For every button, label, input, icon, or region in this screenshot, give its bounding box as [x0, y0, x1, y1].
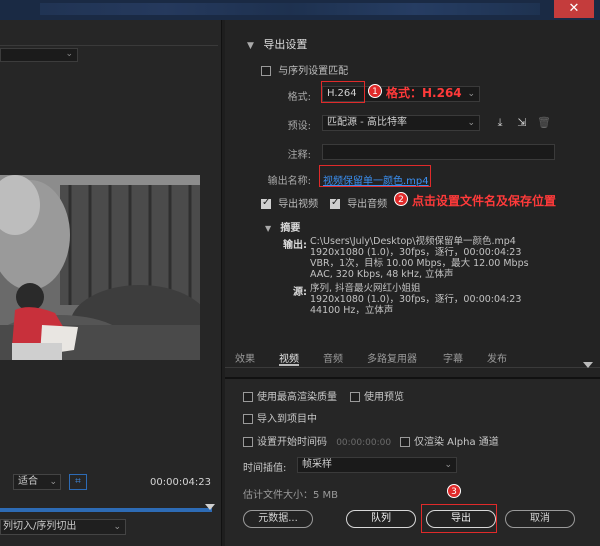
summary-header[interactable]: ▼ 摘要: [265, 219, 300, 234]
step-2-badge: 2: [394, 192, 408, 206]
zoom-fit-dropdown[interactable]: 适合 ⌄: [13, 474, 61, 490]
summary-source-label: 源:: [293, 287, 307, 298]
max-quality-label: 使用最高渲染质量: [257, 392, 337, 403]
close-window-button[interactable]: ✕: [554, 0, 594, 18]
delete-preset-icon[interactable]: 🗑: [537, 116, 551, 130]
format-highlight-box: [321, 81, 365, 103]
save-preset-icon[interactable]: ⤓: [493, 116, 507, 130]
output-name-label: 输出名称:: [267, 176, 311, 187]
export-settings-header[interactable]: ▼ 导出设置: [247, 36, 307, 52]
title-bar-background: [40, 3, 540, 15]
step-2-callout: 点击设置文件名及保存位置: [412, 194, 557, 208]
match-sequence-checkbox[interactable]: [261, 66, 271, 76]
chevron-down-icon: ⌄: [444, 460, 452, 470]
settings-tab-bar: 效果 视频 音频 多路复用器 字幕 发布: [225, 346, 600, 368]
tab-captions[interactable]: 字幕: [443, 350, 463, 365]
playback-controls: 适合 ⌄ ⌗ 00:00:04:23: [0, 471, 218, 495]
time-interpolation-value: 帧采样: [302, 459, 332, 470]
scroll-down-icon[interactable]: [583, 362, 593, 368]
alpha-only-label: 仅渲染 Alpha 通道: [414, 437, 499, 448]
chevron-down-icon: ⌄: [65, 49, 73, 59]
tab-effects[interactable]: 效果: [235, 350, 255, 365]
summary-output-line: AAC, 320 Kbps, 48 kHz, 立体声: [310, 269, 454, 280]
start-timecode-option: 设置开始时间码 00:00:00:00: [243, 433, 391, 448]
estimated-file-size: 估计文件大小：5 MB: [243, 490, 339, 501]
alpha-only-option: 仅渲染 Alpha 通道: [400, 433, 499, 448]
step-1-badge: 1: [368, 84, 382, 98]
panel-tab-strip: [0, 28, 218, 46]
max-quality-option: 使用最高渲染质量: [243, 388, 337, 403]
start-timecode-label: 设置开始时间码: [257, 437, 327, 448]
export-audio-checkbox[interactable]: [330, 197, 340, 209]
metadata-button[interactable]: 元数据...: [243, 510, 313, 528]
duration-timecode: 00:00:04:23: [150, 477, 212, 488]
preset-label: 预设:: [287, 121, 311, 132]
export-highlight-box: [421, 504, 497, 533]
summary-title: 摘要: [280, 223, 301, 234]
use-previews-label: 使用预览: [364, 392, 404, 403]
chevron-down-icon: ⌄: [467, 89, 475, 99]
tab-video[interactable]: 视频: [279, 350, 299, 366]
import-project-label: 导入到项目中: [257, 414, 317, 425]
output-name-highlight-box: [319, 165, 431, 187]
video-preview-frame: [0, 175, 200, 360]
source-preview-panel: ⌄ 适合 ⌄ ⌗ 00:00:04:23 列切入/序列切出 ⌄: [0, 20, 222, 546]
timeline-range-bar[interactable]: [0, 508, 212, 512]
source-range-value: 列切入/序列切出: [3, 521, 77, 532]
comments-label: 注释:: [287, 150, 311, 161]
comments-input[interactable]: [322, 144, 555, 160]
start-timecode-value: 00:00:00:00: [336, 438, 392, 448]
collapse-triangle-icon: ▼: [265, 224, 272, 233]
summary-source-line: 1920x1080 (1.0)，30fps，逐行，00:00:04:23: [310, 294, 522, 305]
chevron-down-icon: ⌄: [467, 118, 475, 128]
match-sequence-label: 与序列设置匹配: [278, 66, 349, 77]
match-sequence-row: 与序列设置匹配: [261, 62, 348, 77]
import-preset-icon[interactable]: ⇲: [515, 116, 529, 130]
export-video-checkbox[interactable]: [261, 197, 271, 209]
summary-output-line: 1920x1080 (1.0)，30fps，逐行，00:00:04:23: [310, 247, 522, 258]
window-title-bar: ✕: [0, 0, 600, 20]
alpha-only-checkbox[interactable]: [400, 437, 410, 447]
source-tab-dropdown[interactable]: ⌄: [0, 48, 78, 62]
start-timecode-checkbox[interactable]: [243, 437, 253, 447]
summary-output-line: VBR，1次，目标 10.00 Mbps，最大 12.00 Mbps: [310, 258, 529, 269]
export-options-panel: 使用最高渲染质量 使用预览 导入到项目中 设置开始时间码 00:00:00:00…: [225, 377, 600, 546]
preset-value: 匹配源 - 高比特率: [327, 117, 407, 128]
summary-source-line: 序列, 抖音最火网红小姐姐: [310, 283, 421, 294]
export-settings-panel: ▼ 导出设置 与序列设置匹配 格式: H.264 ⌄ 1 格式：H.264 预设…: [225, 20, 600, 546]
zoom-fit-value: 适合: [18, 476, 38, 487]
step-1-callout: 格式：H.264: [386, 86, 462, 100]
chevron-down-icon: ⌄: [113, 522, 121, 532]
max-quality-checkbox[interactable]: [243, 392, 253, 402]
export-video-label: 导出视频: [278, 199, 319, 210]
format-label: 格式:: [287, 92, 311, 103]
tab-audio[interactable]: 音频: [323, 350, 343, 365]
chevron-down-icon: ⌄: [49, 477, 57, 487]
source-range-dropdown[interactable]: 列切入/序列切出 ⌄: [0, 519, 126, 535]
step-3-badge: 3: [447, 484, 461, 498]
queue-button[interactable]: 队列: [346, 510, 416, 528]
import-project-checkbox[interactable]: [243, 414, 253, 424]
time-interpolation-label: 时间插值:: [243, 463, 287, 474]
use-previews-checkbox[interactable]: [350, 392, 360, 402]
preset-dropdown[interactable]: 匹配源 - 高比特率 ⌄: [322, 115, 480, 131]
time-interpolation-dropdown[interactable]: 帧采样 ⌄: [297, 457, 457, 473]
crop-icon[interactable]: ⌗: [69, 474, 87, 490]
summary-output-line: C:\Users\July\Desktop\视频保留单一颜色.mp4: [310, 236, 516, 247]
cancel-button[interactable]: 取消: [505, 510, 575, 528]
export-settings-title: 导出设置: [263, 38, 308, 51]
import-project-option: 导入到项目中: [243, 410, 317, 425]
playhead-handle[interactable]: [205, 504, 215, 510]
use-previews-option: 使用预览: [350, 388, 404, 403]
tab-publish[interactable]: 发布: [487, 350, 507, 365]
summary-source-line: 44100 Hz，立体声: [310, 305, 394, 316]
tab-multiplexer[interactable]: 多路复用器: [367, 350, 417, 365]
summary-output-label: 输出:: [283, 240, 307, 251]
export-video-row: 导出视频: [261, 195, 318, 210]
export-audio-row: 导出音频: [330, 195, 387, 210]
collapse-triangle-icon: ▼: [247, 41, 254, 51]
export-audio-label: 导出音频: [347, 199, 388, 210]
